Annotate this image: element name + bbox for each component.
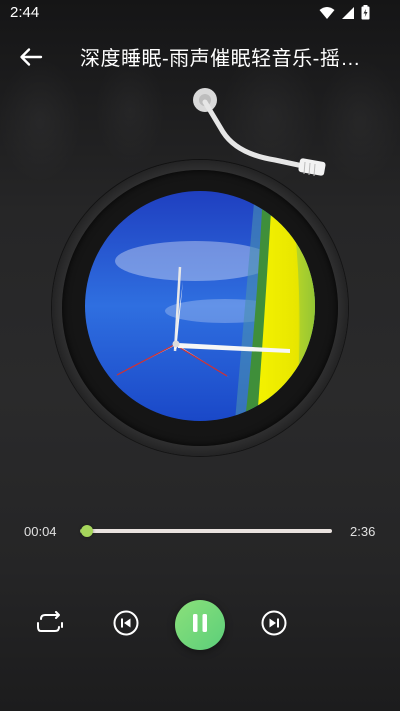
wifi-icon <box>319 6 335 20</box>
tonearm <box>185 88 335 188</box>
back-arrow-icon <box>19 47 43 72</box>
battery-icon <box>361 5 370 20</box>
status-bar: 2:44 <box>0 0 400 26</box>
pause-icon <box>190 612 210 639</box>
top-bar: 深度睡眠-雨声催眠轻音乐-摇篮曲 <box>0 38 400 78</box>
status-icons <box>319 5 370 20</box>
cell-signal-icon <box>341 6 355 20</box>
play-pause-button[interactable] <box>175 600 225 650</box>
skip-previous-icon <box>113 610 139 641</box>
status-time: 2:44 <box>10 4 40 21</box>
current-time: 00:04 <box>24 524 57 539</box>
next-track-button[interactable] <box>260 610 288 641</box>
progress-bar[interactable] <box>80 525 332 537</box>
progress-thumb[interactable] <box>80 525 93 537</box>
previous-track-button[interactable] <box>112 610 140 641</box>
skip-next-icon <box>261 610 287 641</box>
player-screen: 2:44 深度睡眠-雨声催眠轻音乐-摇篮曲 00:04 2:36 <box>0 0 400 711</box>
song-title: 深度睡眠-雨声催眠轻音乐-摇篮曲 <box>80 48 380 70</box>
back-button[interactable] <box>14 42 48 76</box>
repeat-icon <box>35 610 65 640</box>
repeat-button[interactable] <box>33 610 67 640</box>
total-time: 2:36 <box>350 524 376 539</box>
album-cover <box>85 191 315 421</box>
